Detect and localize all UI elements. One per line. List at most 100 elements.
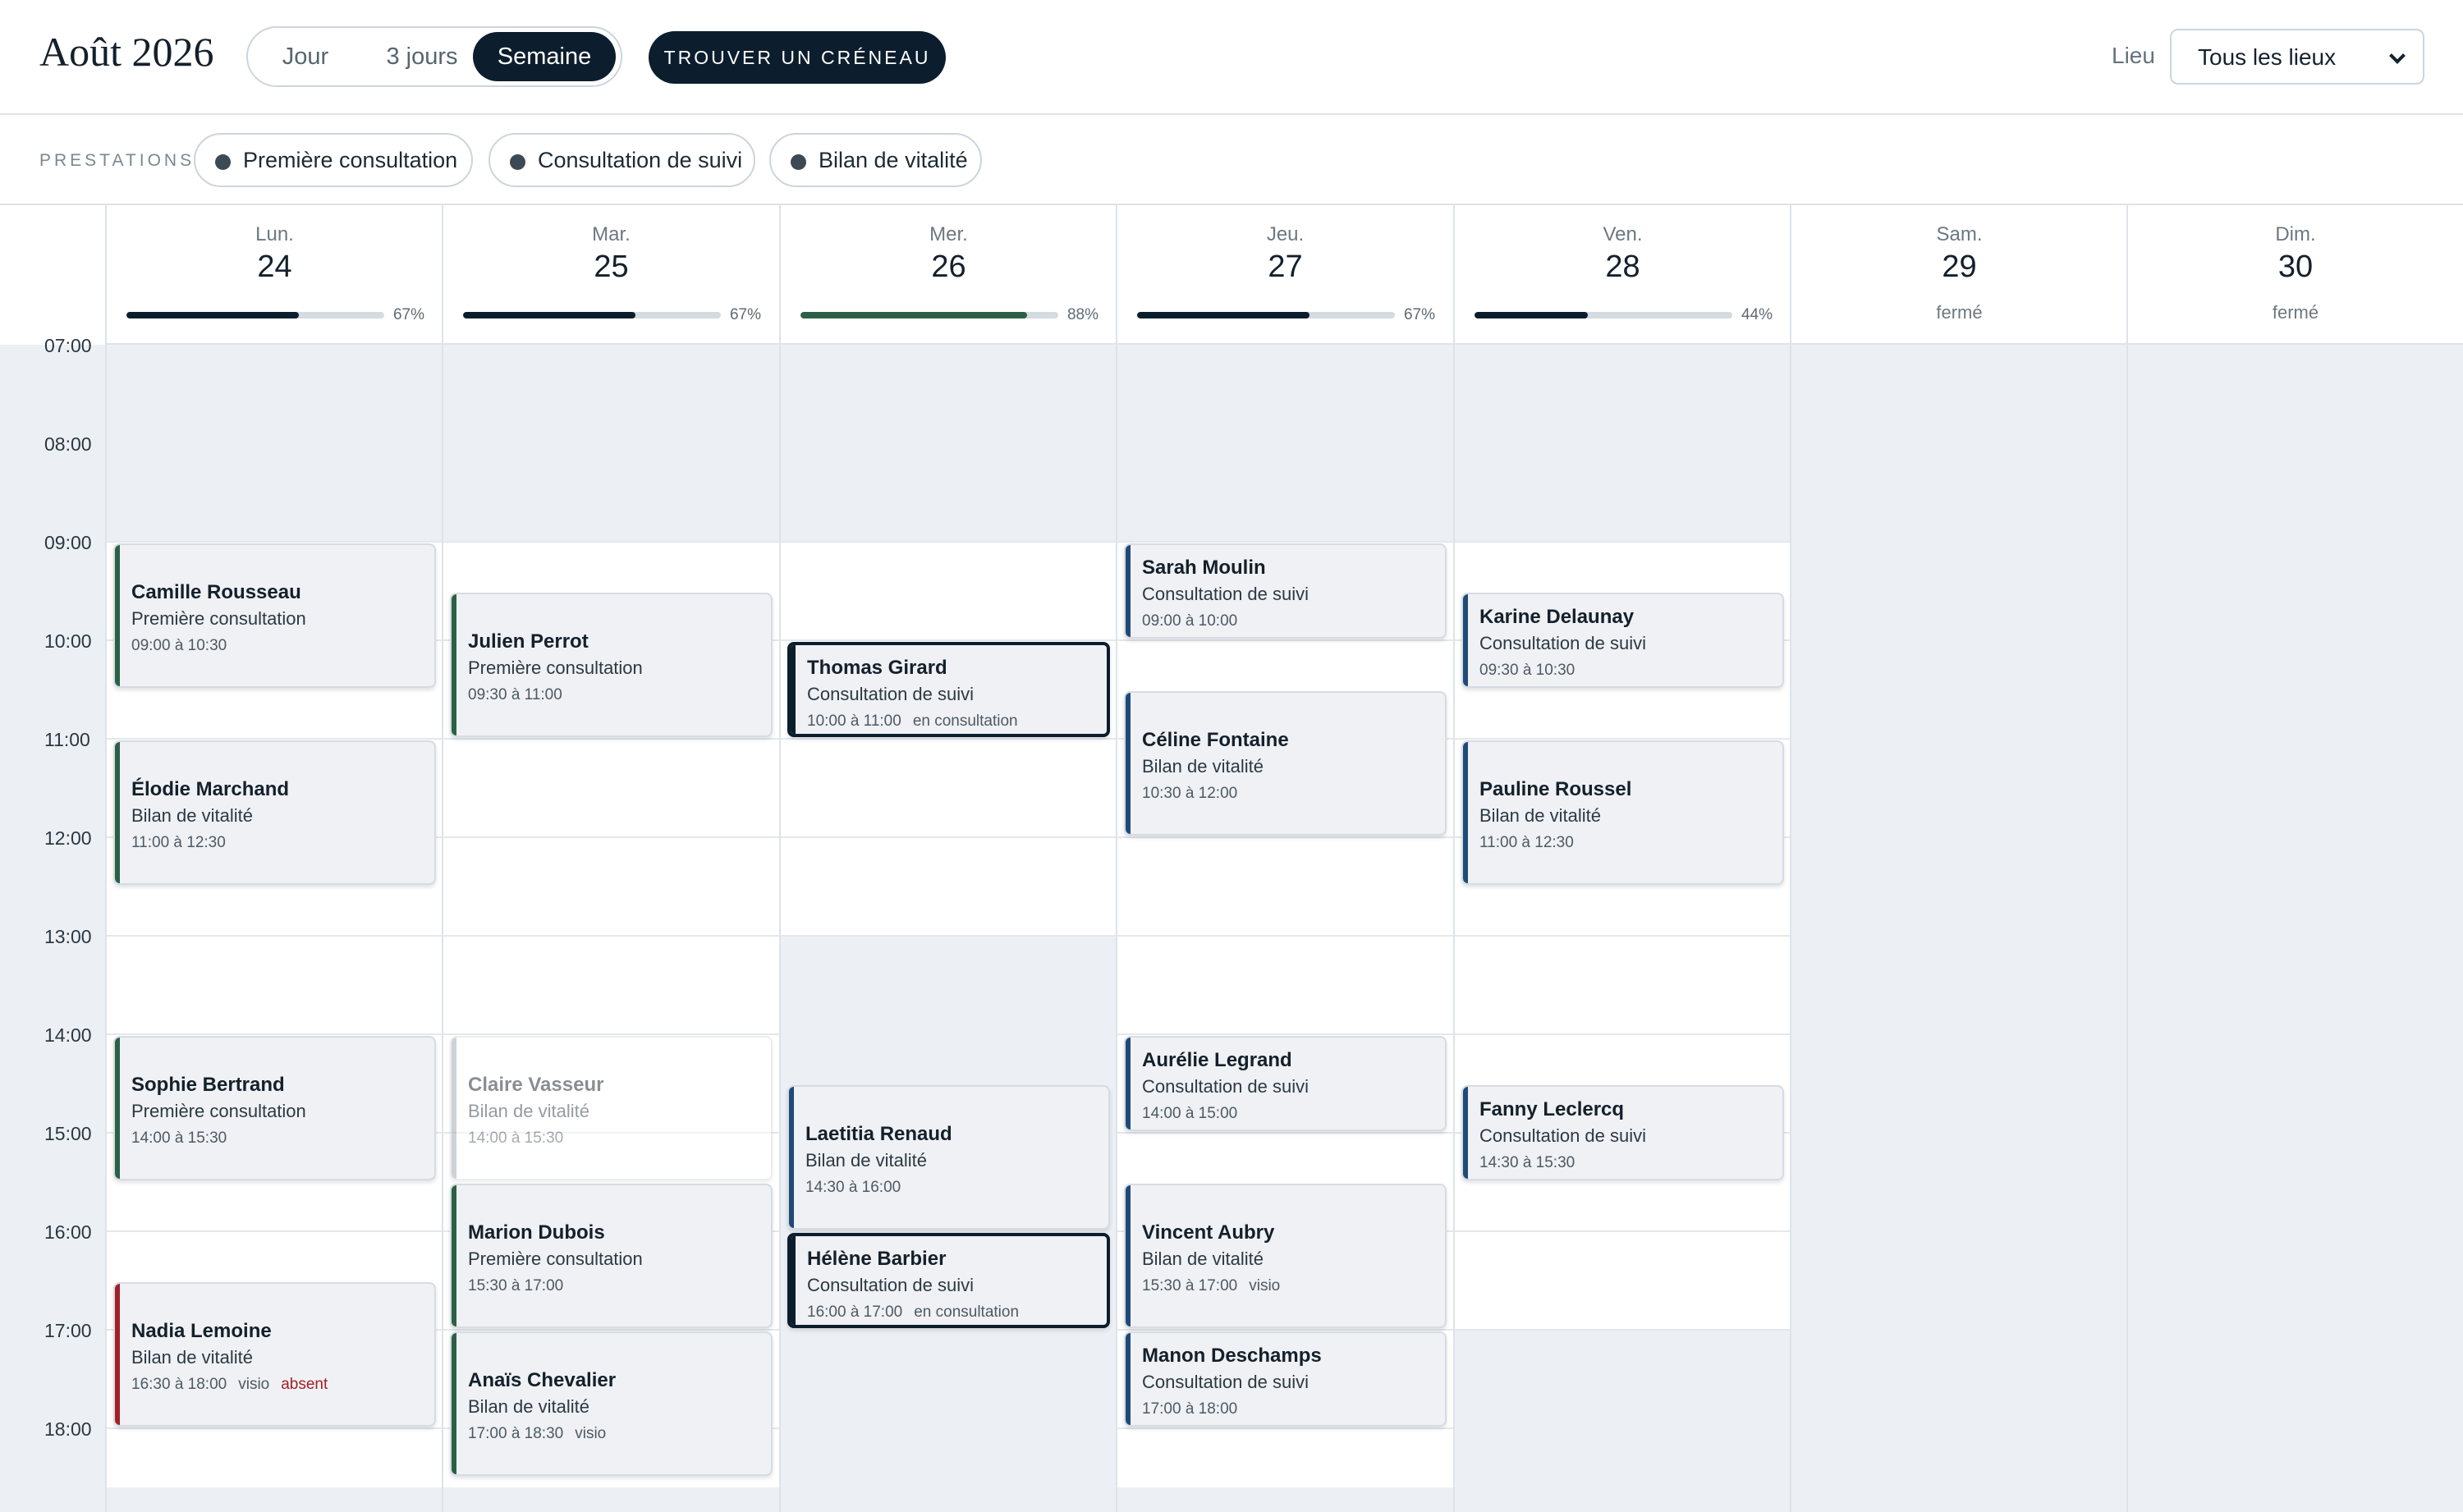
appointment-card[interactable]: Camille Rousseau Première consultation 09:… [113,543,436,688]
chip-vitality-check[interactable]: Bilan de vitalité [769,133,982,187]
appointment-time-range: 14:30 à 16:00 [805,1179,901,1196]
day-header[interactable]: Ven. 28 44% [1455,205,1791,345]
day-header[interactable]: Jeu. 27 67% [1117,205,1453,345]
appointment-card[interactable]: Hélène Barbier Consultation de suivi 16:00… [787,1233,1110,1328]
patient-name: Fanny Leclercq [1479,1098,1625,1120]
closed-status: fermé [2272,302,2319,323]
chip-label: Consultation de suivi [538,148,743,172]
hour-line [781,935,1117,937]
hour-line [781,836,1117,838]
capacity-bar [463,312,721,318]
appointment-card[interactable]: Julien Perrot Première consultation 09:30 … [450,593,773,737]
time-label: 18:00 [44,1418,92,1440]
chip-follow-up[interactable]: Consultation de suivi [488,133,755,187]
day-header[interactable]: Sam. 29 fermé [1791,205,2127,345]
appointment-card[interactable]: Sarah Moulin Consultation de suivi 09:00 à… [1124,543,1447,639]
appointment-card[interactable]: Marion Dubois Première consultation 15:30 … [450,1184,773,1328]
hour-line [781,738,1117,740]
view-day-button[interactable]: Jour [256,32,355,81]
appointment-type: Bilan de vitalité [131,805,253,826]
appointment-card[interactable]: Manon Deschamps Consultation de suivi 17:0… [1124,1331,1447,1427]
patient-name: Marion Dubois [468,1221,605,1244]
appointment-type-bar [452,594,456,735]
appointment-card[interactable]: Thomas Girard Consultation de suivi 10:00 … [787,642,1110,737]
capacity-bar-fill [1137,312,1310,318]
day-column: Jeu. 27 67% Sarah Moulin Consultation de sui… [1116,205,1453,1512]
appointment-time: 16:00 à 17:00 en consultation [807,1304,1019,1322]
appointment-time: 16:30 à 18:00 visio absent [131,1376,328,1394]
appointment-time-range: 09:00 à 10:30 [131,637,227,654]
day-column: Dim. 30 fermé [2126,205,2463,1512]
find-slot-button[interactable]: TROUVER UN CRÉNEAU [649,31,946,84]
appointment-time: 15:30 à 17:00 visio [1142,1277,1280,1295]
appointment-type-bar [1463,1087,1468,1179]
capacity-bar-fill [800,312,1028,318]
appointment-type-bar [1126,693,1131,834]
appointment-time-range: 09:00 à 10:00 [1142,612,1238,630]
patient-name: Nadia Lemoine [131,1320,272,1342]
week-grid: 07:00 08:00 09:00 10:00 11:00 12:00 13:00 14:00… [0,205,2463,1512]
appointment-card[interactable]: Aurélie Legrand Consultation de suivi 14:0… [1124,1036,1447,1131]
capacity-percent: 44% [1741,306,1773,323]
hour-line [107,738,443,740]
location-select-value: Tous les lieux [2198,44,2337,70]
time-label: 08:00 [44,433,92,455]
day-header[interactable]: Mer. 26 88% [781,205,1117,345]
appointment-card[interactable]: Pauline Roussel Bilan de vitalité 11:00 à … [1461,740,1784,885]
chip-first-consultation[interactable]: Première consultation [194,133,473,187]
capacity-percent: 67% [1403,306,1435,323]
capacity-bar-fill [126,312,300,318]
appointment-type: Consultation de suivi [1142,1076,1309,1097]
day-header[interactable]: Mar. 25 67% [443,205,779,345]
appointment-card[interactable]: Laetitia Renaud Bilan de vitalité 14:30 à … [787,1085,1110,1230]
appointment-card[interactable]: Fanny Leclercq Consultation de suivi 14:30… [1461,1085,1784,1180]
view-3days-button[interactable]: 3 jours [365,32,479,81]
appointment-time: 15:30 à 17:00 [468,1277,563,1295]
day-header[interactable]: Dim. 30 fermé [2128,205,2463,345]
patient-name: Laetitia Renaud [805,1123,952,1145]
appointment-card[interactable]: Anaïs Chevalier Bilan de vitalité 17:00 à … [450,1331,773,1476]
appointment-card[interactable]: Karine Delaunay Consultation de suivi 09:3… [1461,593,1784,688]
day-header[interactable]: Lun. 24 67% [107,205,443,345]
appointment-time: 14:00 à 15:30 [468,1129,563,1148]
location-select[interactable]: Tous les lieux [2170,29,2424,85]
patient-name: Anaïs Chevalier [468,1369,617,1391]
appointment-type: Bilan de vitalité [1142,1249,1264,1269]
appointment-time: 14:00 à 15:30 [131,1129,227,1148]
hour-line [1117,639,1453,641]
appointment-card[interactable]: Sophie Bertrand Première consultation 14:0… [113,1036,436,1180]
time-label: 13:00 [44,926,92,947]
day-name: Dim. [2275,223,2316,245]
chip-label: Première consultation [243,148,458,172]
day-column: Mer. 26 88% Thomas Girard Consultation de su… [779,205,1117,1512]
appointment-type-bar [1126,545,1131,637]
appointment-card[interactable]: Élodie Marchand Bilan de vitalité 11:00 à … [113,740,436,885]
patient-name: Manon Deschamps [1142,1345,1322,1367]
appointment-card[interactable]: Claire Vasseur Bilan de vitalité 14:00 à 1… [450,1036,773,1180]
appointment-type-bar [452,1185,456,1326]
appointment-card[interactable]: Céline Fontaine Bilan de vitalité 10:30 à … [1124,691,1447,836]
appointment-type-bar [115,1284,120,1425]
appointment-type: Première consultation [468,1249,643,1269]
dot-icon [215,154,231,170]
appointment-tag: visio [238,1376,270,1393]
view-week-button[interactable]: Semaine [473,32,616,81]
hour-line [1117,1427,1453,1429]
appointment-time: 09:30 à 10:30 [1479,662,1575,680]
hour-line [1117,541,1453,543]
hour-line [107,1033,443,1035]
appointment-type-bar [1126,1038,1131,1129]
appointment-time-range: 16:30 à 18:00 [131,1376,227,1393]
appointment-card[interactable]: Vincent Aubry Bilan de vitalité 15:30 à 17… [1124,1184,1447,1328]
patient-name: Pauline Roussel [1479,778,1632,800]
appointment-time-range: 17:00 à 18:30 [468,1425,564,1442]
appointment-type: Bilan de vitalité [1142,756,1264,777]
capacity-percent: 67% [392,306,424,323]
appointment-card[interactable]: Nadia Lemoine Bilan de vitalité 16:30 à 18… [113,1282,436,1427]
hour-line [781,541,1117,543]
capacity-bar-fill [1475,312,1589,318]
appointment-time-range: 11:00 à 12:30 [1479,834,1574,851]
appointment-type-bar [1126,1185,1131,1326]
time-label: 15:00 [44,1123,92,1144]
appointment-time-range: 16:00 à 17:00 [807,1304,903,1321]
